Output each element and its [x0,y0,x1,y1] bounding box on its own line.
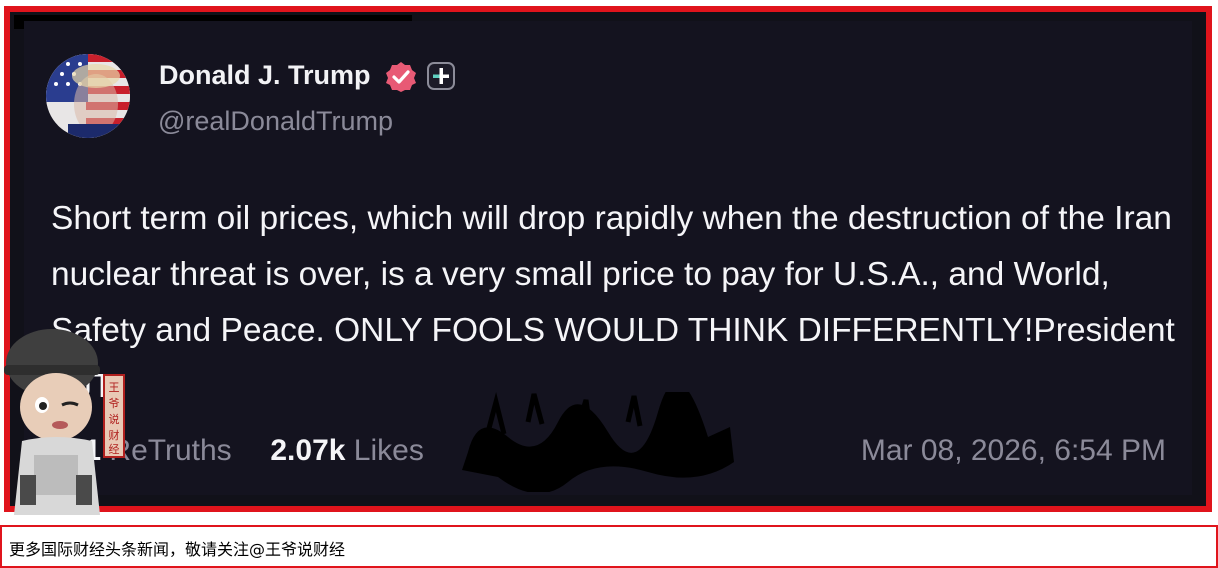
svg-text:说: 说 [109,412,120,426]
user-handle[interactable]: @realDonaldTrump [158,106,393,137]
svg-text:王: 王 [109,381,120,394]
svg-text:爷: 爷 [109,396,120,410]
mascot-watermark: 王 爷 说 财 经 [4,329,125,515]
likes-label[interactable]: Likes [354,434,424,467]
avatar-image [46,54,130,138]
avatar[interactable] [46,54,130,138]
caption-banner: 更多国际财经头条新闻，敬请关注@王爷说财经 [0,525,1218,568]
plus-icon [433,68,449,84]
svg-text:财: 财 [109,428,120,442]
svg-text:经: 经 [109,443,120,456]
plus-badge-icon[interactable] [427,62,455,90]
display-name[interactable]: Donald J. Trump [159,60,371,91]
likes-count[interactable]: 2.07k [270,434,345,467]
verified-badge-icon [386,62,416,92]
redaction-scribble [462,392,734,492]
post-body: Short term oil prices, which will drop r… [51,200,1175,405]
post-timestamp[interactable]: Mar 08, 2026, 6:54 PM [861,434,1166,468]
caption-text: 更多国际财经头条新闻，敬请关注@王爷说财经 [9,540,346,559]
